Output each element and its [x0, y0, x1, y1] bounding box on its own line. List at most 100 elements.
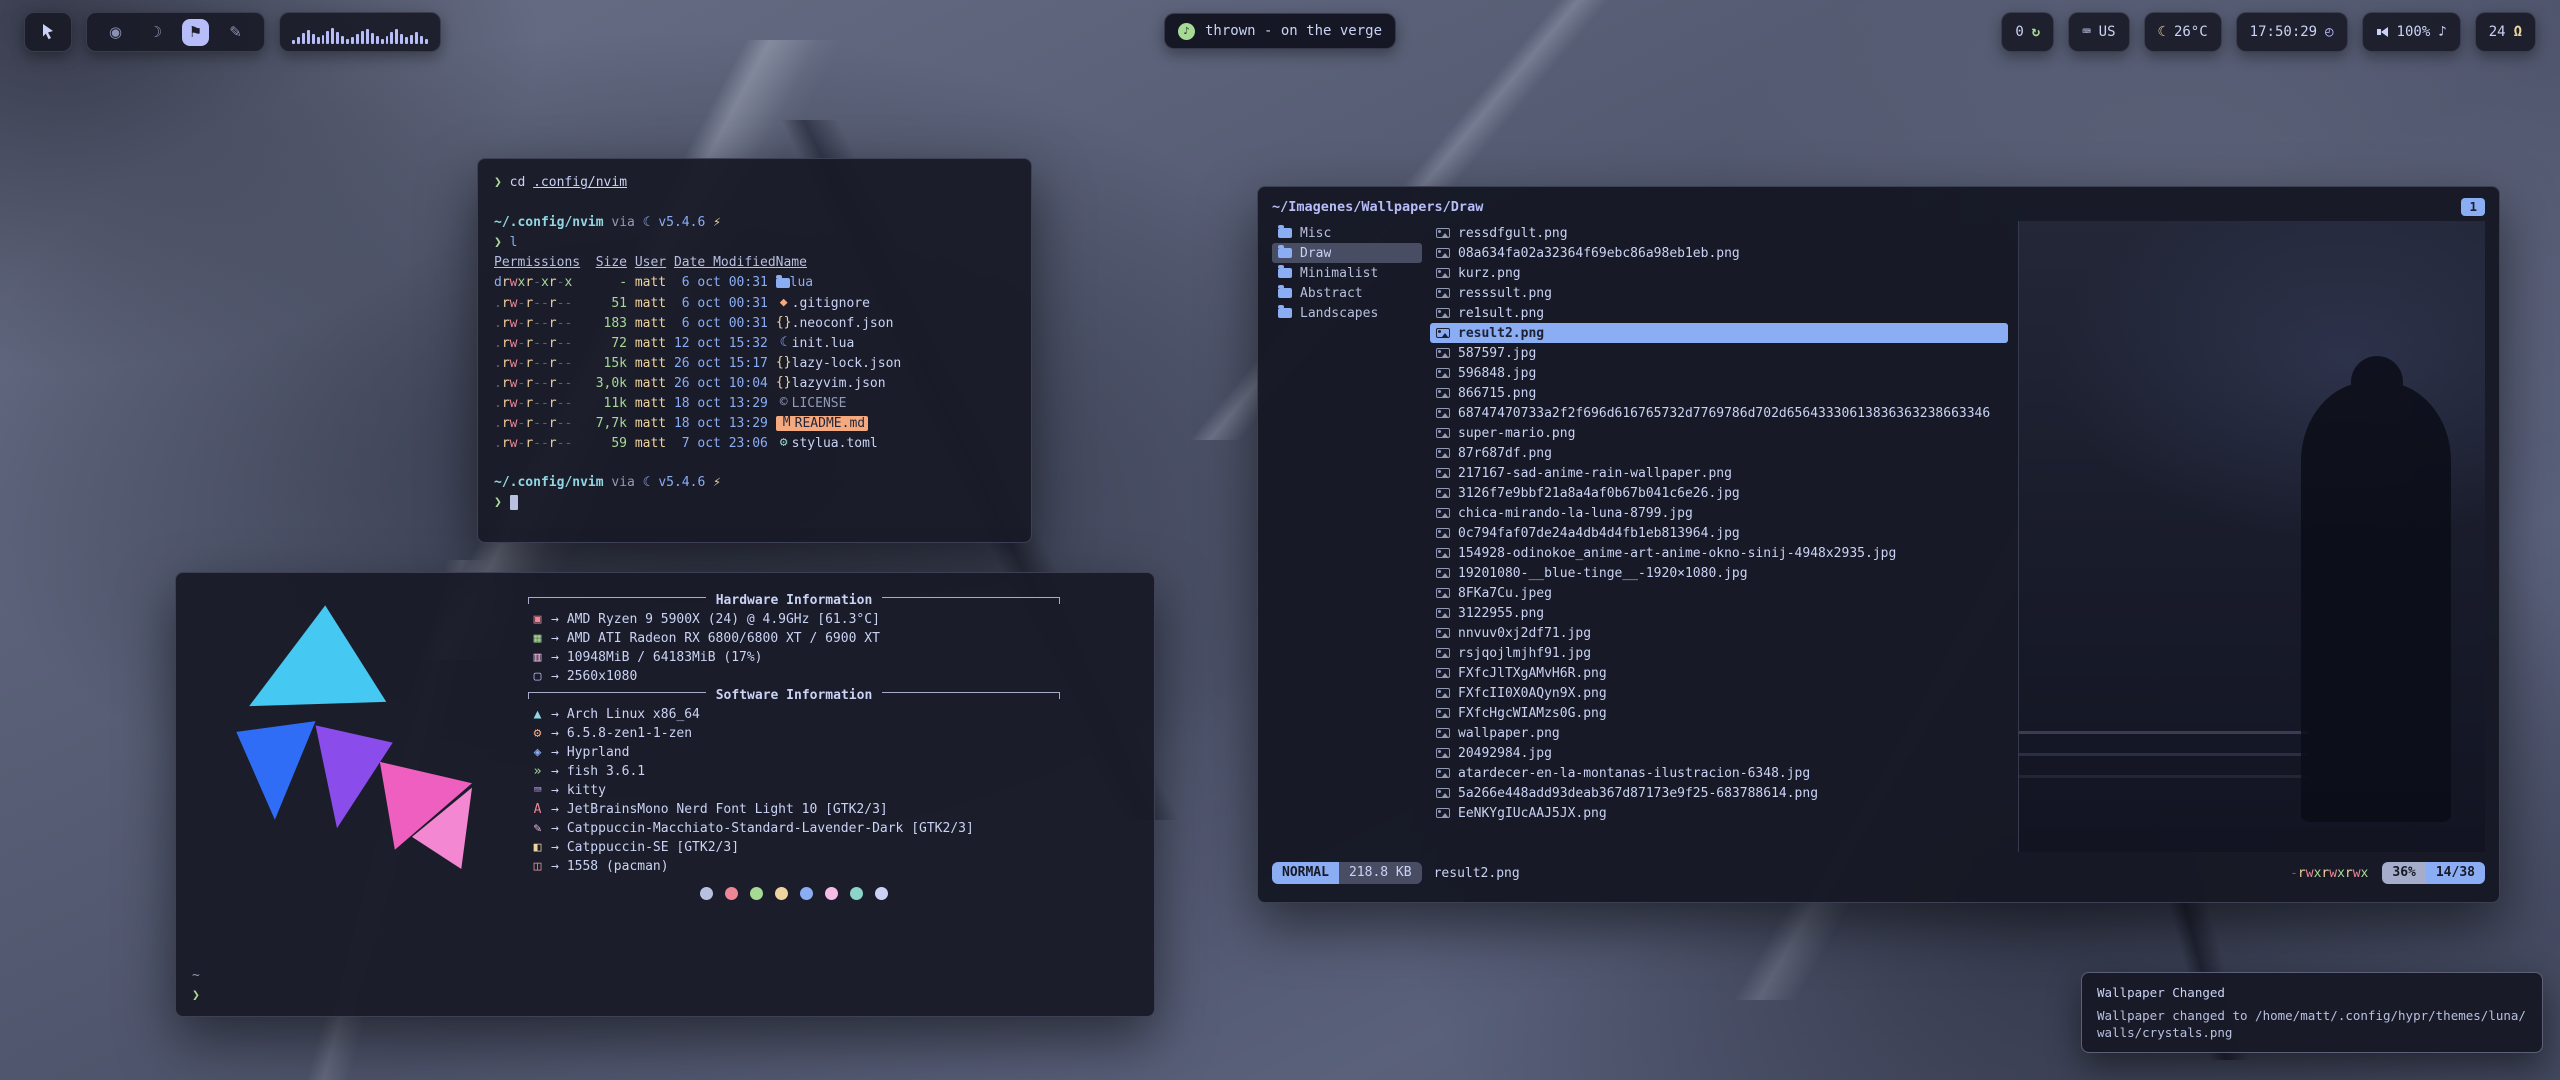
file-name: lazyvim.json [792, 376, 886, 391]
file-item[interactable]: 87r687df.png [1430, 443, 2008, 463]
file-name: nnvuv0xj2df71.jpg [1458, 626, 1591, 641]
updates-module[interactable]: 0 [2001, 12, 2054, 52]
terminal-window[interactable]: ❯cd.config/nvim ~/.config/nvimvia☾v5.4.6… [477, 158, 1032, 543]
file-item[interactable]: 20492984.jpg [1430, 743, 2008, 763]
now-playing-module[interactable]: thrown - on the verge [1164, 13, 1396, 49]
file-item[interactable]: 217167-sad-anime-rain-wallpaper.png [1430, 463, 2008, 483]
file-item[interactable]: chica-mirando-la-luna-8799.jpg [1430, 503, 2008, 523]
clock-module[interactable]: 17:50:29 [2236, 12, 2348, 52]
file-name: chica-mirando-la-luna-8799.jpg [1458, 506, 1693, 521]
file-item[interactable]: resssult.png [1430, 283, 2008, 303]
file-name: 596848.jpg [1458, 366, 1536, 381]
file-item[interactable]: 587597.jpg [1430, 343, 2008, 363]
file-item[interactable]: rsjqojlmjhf91.jpg [1430, 643, 2008, 663]
file-item[interactable]: 866715.png [1430, 383, 2008, 403]
list-position-badge: 14/38 [2426, 862, 2485, 884]
file-item[interactable]: result2.png [1430, 323, 2008, 343]
prompt-icon: ❯ [494, 175, 502, 190]
info-line: ▣ AMD Ryzen 9 5900X (24) @ 4.9GHz [61.3°C… [528, 610, 1060, 629]
file-item[interactable]: FXfcJlTXgAMvH6R.png [1430, 663, 2008, 683]
keyboard-layout-module[interactable]: US [2068, 12, 2129, 52]
file-item[interactable]: 8FKa7Cu.jpeg [1430, 583, 2008, 603]
gpu-icon: ▦ [528, 629, 547, 648]
file-item[interactable]: 08a634fa02a32364f69ebc86a98eb1eb.png [1430, 243, 2008, 263]
file-item[interactable]: FXfcHgcWIAMzs0G.png [1430, 703, 2008, 723]
fetch-terminal-window[interactable]: Hardware Information ▣AMD Ryzen 9 5900X … [175, 572, 1155, 1017]
lua-icon: ☾ [643, 215, 651, 230]
prompt-context-line: ~/.config/nvimvia☾v5.4.6⚡ [494, 213, 1015, 233]
notifications-module[interactable]: 24 [2475, 12, 2536, 52]
arrow-icon [551, 762, 559, 781]
tab-badge[interactable]: 1 [2461, 198, 2485, 216]
file-date: 26 oct 15:17 [674, 354, 768, 374]
file-name: 5a266e448add93deab367d87173e9f25-6837886… [1458, 786, 1818, 801]
file-item[interactable]: 19201080-__blue-tinge__-1920×1080.jpg [1430, 563, 2008, 583]
listing-rows: drwxr-xr-x-matt6 oct 00:31lua .rw-r--r--… [494, 273, 1015, 453]
file-name: 154928-odinokoe_anime-art-anime-okno-sin… [1458, 546, 1896, 561]
arrow-icon [551, 743, 559, 762]
info-value: 2560x1080 [567, 667, 637, 686]
weather-temp: 26°C [2174, 24, 2208, 40]
info-value: AMD Ryzen 9 5900X (24) @ 4.9GHz [61.3°C] [567, 610, 880, 629]
file-item[interactable]: kurz.png [1430, 263, 2008, 283]
file-item[interactable]: 68747470733a2f2f696d616765732d7769786d70… [1430, 403, 2008, 423]
file-item[interactable]: FXfcII0X0AQyn9X.png [1430, 683, 2008, 703]
workspace-button[interactable]: ✎ [222, 19, 249, 46]
info-value: Catppuccin-Macchiato-Standard-Lavender-D… [567, 819, 974, 838]
sidebar-folder[interactable]: Abstract [1272, 283, 1422, 303]
shell-prompt[interactable]: ~ ❯ [192, 966, 208, 1006]
file-name: atardecer-en-la-montanas-ilustracion-634… [1458, 766, 1810, 781]
prompt-context-line: ~/.config/nvimvia☾v5.4.6⚡ [494, 473, 1015, 493]
git-icon: ◆ [776, 293, 792, 313]
launcher-button[interactable] [24, 12, 72, 52]
sidebar-folder[interactable]: Draw [1272, 243, 1422, 263]
file-item[interactable]: re1sult.png [1430, 303, 2008, 323]
file-item[interactable]: 5a266e448add93deab367d87173e9f25-6837886… [1430, 783, 2008, 803]
top-bar-center: thrown - on the verge [1164, 13, 1396, 49]
cpu-icon: ▣ [528, 610, 547, 629]
file-name: 68747470733a2f2f696d616765732d7769786d70… [1458, 406, 1990, 421]
file-owner: matt [635, 273, 666, 293]
sidebar-folder[interactable]: Minimalist [1272, 263, 1422, 283]
file-name: ressdfgult.png [1458, 226, 1568, 241]
file-item[interactable]: 154928-odinokoe_anime-art-anime-okno-sin… [1430, 543, 2008, 563]
file-item[interactable]: nnvuv0xj2df71.jpg [1430, 623, 2008, 643]
file-item[interactable]: super-mario.png [1430, 423, 2008, 443]
workspace-button[interactable]: ☽ [142, 19, 169, 46]
file-size: 59 [588, 434, 627, 454]
file-name: stylua.toml [792, 436, 878, 451]
file-name: README.md [795, 416, 865, 431]
file-item[interactable]: wallpaper.png [1430, 723, 2008, 743]
file-item[interactable]: 596848.jpg [1430, 363, 2008, 383]
palette-dot [800, 887, 813, 900]
image-icon [1436, 308, 1450, 318]
file-item[interactable]: ressdfgult.png [1430, 223, 2008, 243]
file-item[interactable]: 3126f7e9bbf21a8a4af0b67b041c6e26.jpg [1430, 483, 2008, 503]
file-permissions: -rwxrwxrwx [2290, 866, 2368, 881]
file-row: .rw-r--r--183matt6 oct 00:31{}.neoconf.j… [494, 313, 1015, 333]
file-row: .rw-r--r--11kmatt18 oct 13:29©LICENSE [494, 393, 1015, 413]
file-name: 20492984.jpg [1458, 746, 1552, 761]
file-manager-window[interactable]: ~/Imagenes/Wallpapers/Draw 1 Misc Draw M… [1257, 186, 2500, 903]
file-size: 11k [588, 394, 627, 414]
prompt-input-line[interactable]: ❯ [494, 493, 1015, 513]
file-item[interactable]: 3122955.png [1430, 603, 2008, 623]
file-item[interactable]: EeNKYgIUcAAJ5JX.png [1430, 803, 2008, 823]
updates-count: 0 [2015, 24, 2023, 40]
file-name: lazy-lock.json [792, 356, 902, 371]
workspace-button[interactable]: ⚑ [182, 19, 209, 46]
image-icon [1436, 468, 1450, 478]
file-item[interactable]: atardecer-en-la-montanas-ilustracion-634… [1430, 763, 2008, 783]
desktop: ◉ ☽ ⚑ ✎ t [0, 0, 2560, 1080]
arrow-icon [551, 610, 559, 629]
breadcrumb-path: ~/Imagenes/Wallpapers/Draw [1272, 199, 1483, 215]
top-bar: ◉ ☽ ⚑ ✎ t [24, 10, 2536, 54]
weather-module[interactable]: 26°C [2144, 12, 2222, 52]
file-item[interactable]: 0c794faf07de24a4db4d4fb1eb813964.jpg [1430, 523, 2008, 543]
keyboard-icon [2082, 24, 2090, 40]
sidebar-folder[interactable]: Misc [1272, 223, 1422, 243]
notification-popup[interactable]: Wallpaper Changed Wallpaper changed to /… [2081, 972, 2543, 1053]
workspace-button[interactable]: ◉ [102, 19, 129, 46]
sidebar-folder[interactable]: Landscapes [1272, 303, 1422, 323]
volume-module[interactable]: 100% [2362, 12, 2461, 52]
